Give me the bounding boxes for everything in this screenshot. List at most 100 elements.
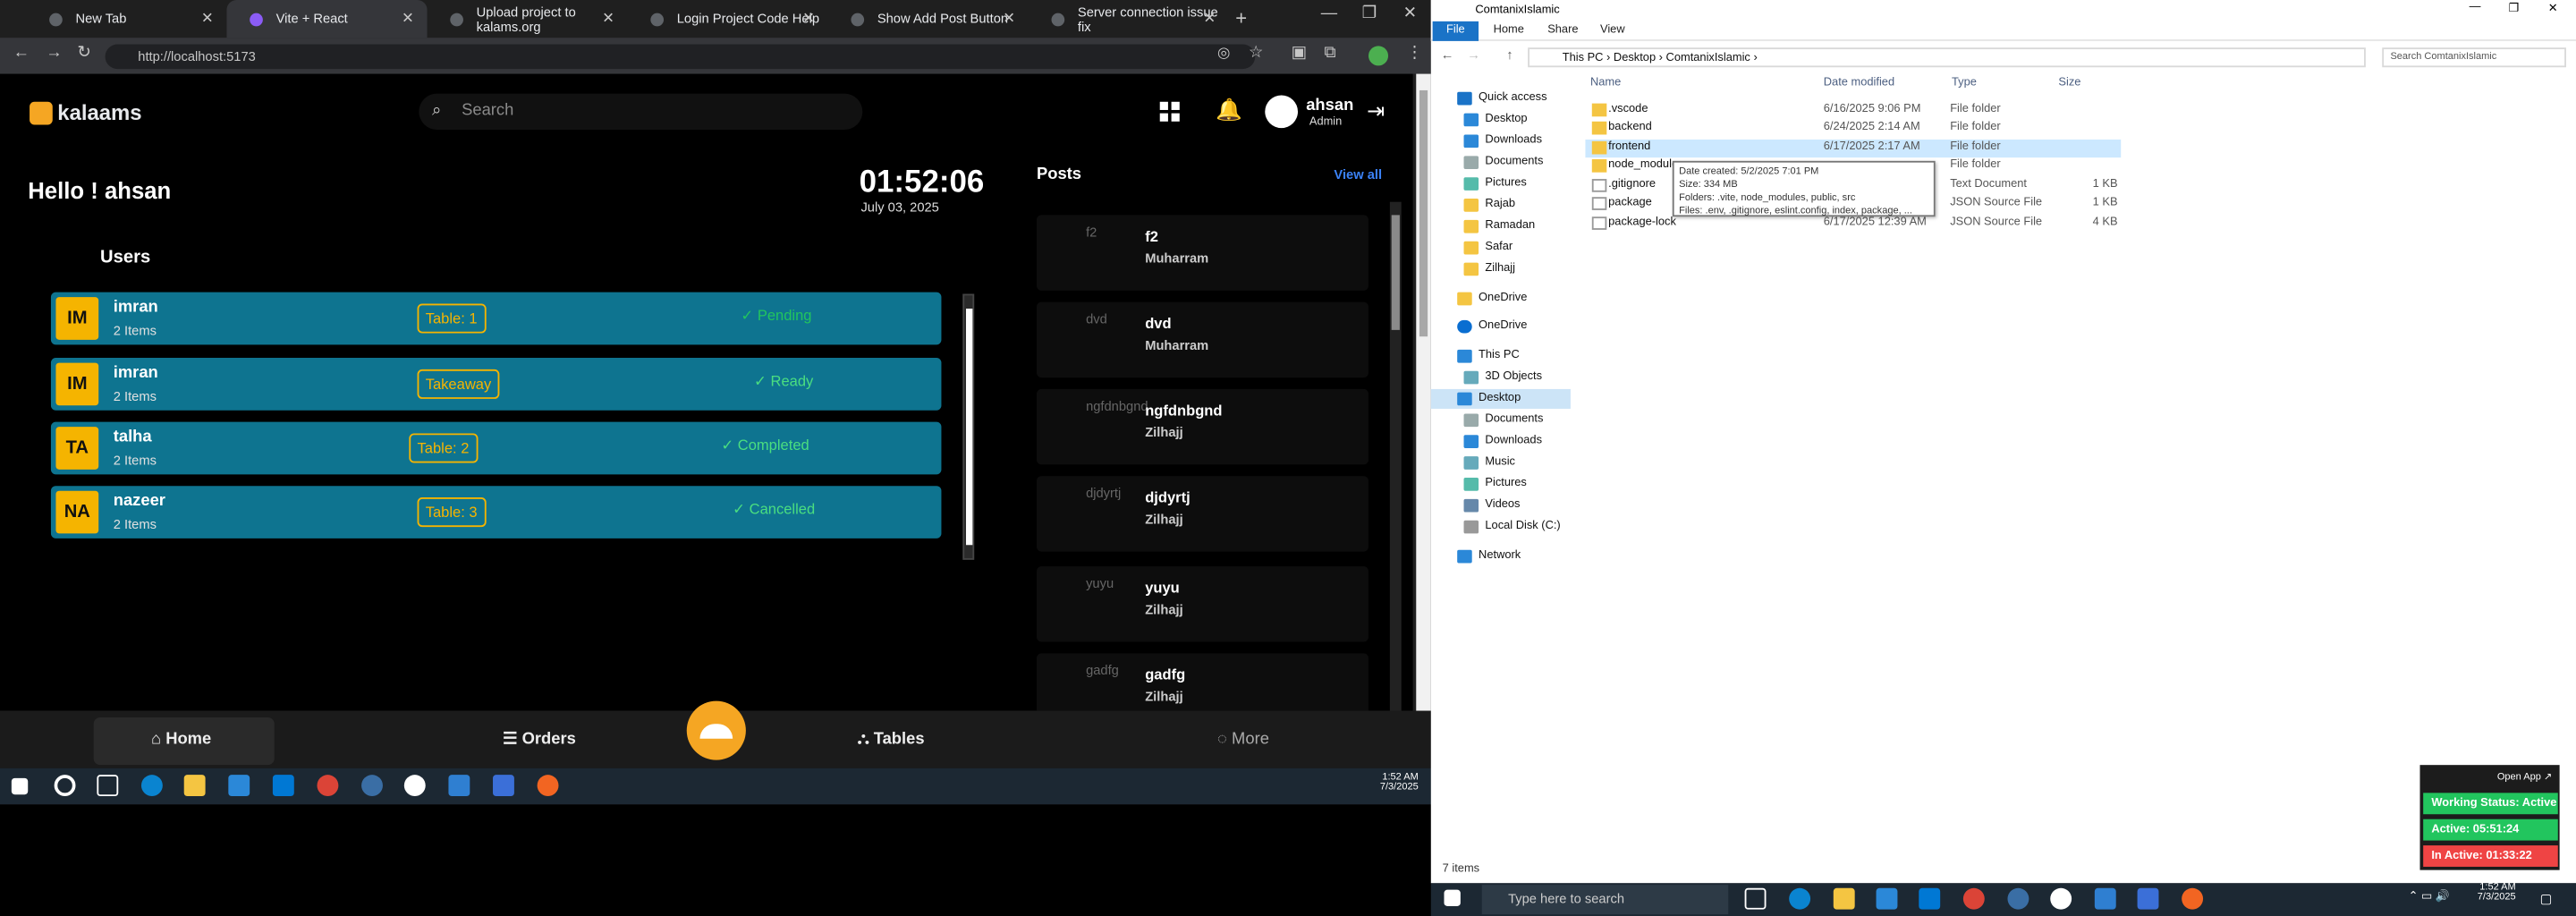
sidebar-item-downloads[interactable]: Downloads xyxy=(1459,131,1577,151)
post-card[interactable]: gadfg gadfg Zilhajj xyxy=(1036,653,1368,711)
tab-server-issue[interactable]: Server connection issue fix ✕ xyxy=(1029,0,1229,38)
task-view-icon[interactable] xyxy=(1744,887,1767,910)
tab-show-add-post[interactable]: Show Add Post Button ✕ xyxy=(828,0,1029,38)
store-icon[interactable] xyxy=(228,775,250,797)
app-icon[interactable] xyxy=(2050,887,2072,910)
maximize-icon[interactable]: ❐ xyxy=(2509,2,2520,15)
profile-avatar-icon[interactable] xyxy=(1368,46,1389,66)
crumb[interactable]: Desktop xyxy=(1614,53,1656,64)
windows-start-icon[interactable] xyxy=(1444,889,1461,906)
ribbon-home-tab[interactable]: Home xyxy=(1494,25,1524,37)
sidebar-item-music[interactable]: Music xyxy=(1459,453,1577,472)
vscode-icon[interactable] xyxy=(448,775,470,797)
sidebar-item-zilhajj[interactable]: Zilhajj xyxy=(1459,259,1577,279)
sidebar-item-ramadan[interactable]: Ramadan xyxy=(1459,216,1577,236)
user-order-row[interactable]: TA talha 2 Items Table: 2 ✓ Completed xyxy=(50,421,942,475)
url-input[interactable]: http://localhost:5173 xyxy=(105,44,1256,70)
sidebar-item-quick-access[interactable]: Quick access xyxy=(1453,89,1571,108)
sidebar-item-documents[interactable]: Documents xyxy=(1459,153,1577,173)
view-all-link[interactable]: View all xyxy=(1334,167,1382,182)
sidebar-item-desktop[interactable]: Desktop xyxy=(1459,110,1577,130)
post-card[interactable]: f2 f2 Muharram xyxy=(1036,215,1368,291)
user-order-row[interactable]: IM imran 2 Items Takeaway ✓ Ready xyxy=(50,358,942,411)
explorer-search-input[interactable]: Search ComtanixIslamic xyxy=(2382,47,2566,68)
column-header-size[interactable]: Size xyxy=(2058,77,2080,89)
ribbon-view-tab[interactable]: View xyxy=(1600,25,1625,37)
app-icon[interactable] xyxy=(2007,887,2029,910)
close-icon[interactable]: ✕ xyxy=(402,10,414,28)
close-window-icon[interactable]: ✕ xyxy=(2548,2,2558,15)
tab-login-help[interactable]: Login Project Code Help ✕ xyxy=(628,0,828,38)
reload-icon[interactable]: ↻ xyxy=(77,45,90,63)
sidebar-item-local-disk[interactable]: Local Disk (C:) xyxy=(1459,517,1577,537)
sidebar-item-this-pc[interactable]: This PC xyxy=(1453,346,1571,366)
bell-icon[interactable]: 🔔 xyxy=(1216,97,1242,123)
file-explorer-icon[interactable] xyxy=(183,775,206,797)
sidebar-item-downloads-pc[interactable]: Downloads xyxy=(1459,432,1577,452)
sidebar-item-3d-objects[interactable]: 3D Objects xyxy=(1459,368,1577,387)
scroll-thumb[interactable] xyxy=(1391,215,1400,330)
postman-icon[interactable] xyxy=(2182,887,2204,910)
column-header-date[interactable]: Date modified xyxy=(1824,77,1894,89)
posts-scrollbar[interactable] xyxy=(1389,201,1402,711)
logout-icon[interactable]: ⇥ xyxy=(1367,98,1385,124)
sidebar-item-pictures-pc[interactable]: Pictures xyxy=(1459,474,1577,494)
post-card[interactable]: ngfdnbgnd ngfdnbgnd Zilhajj xyxy=(1036,388,1368,465)
nav-orders[interactable]: ☰ Orders xyxy=(503,731,576,749)
kebab-menu-icon[interactable]: ⋮ xyxy=(1406,45,1422,63)
app-icon[interactable] xyxy=(361,775,383,797)
post-card[interactable]: dvd dvd Muharram xyxy=(1036,301,1368,378)
eye-off-icon[interactable]: ◎ xyxy=(1217,45,1230,63)
chrome-icon[interactable] xyxy=(1962,887,1985,910)
breadcrumb[interactable]: This PC › Desktop › ComtanixIslamic › xyxy=(1528,47,2366,68)
back-icon[interactable]: ← xyxy=(1441,47,1454,63)
store-icon[interactable] xyxy=(1876,887,1898,910)
ribbon-share-tab[interactable]: Share xyxy=(1547,25,1578,37)
up-icon[interactable]: ↑ xyxy=(1506,47,1513,63)
sidebar-item-safar[interactable]: Safar xyxy=(1459,238,1577,258)
search-input[interactable]: ⌕ Search xyxy=(419,93,863,130)
sidebar-item-pictures[interactable]: Pictures xyxy=(1459,174,1577,194)
crumb[interactable]: ComtanixIslamic xyxy=(1666,53,1750,64)
maximize-icon[interactable]: ❐ xyxy=(1362,5,1377,23)
post-card[interactable]: yuyu yuyu Zilhajj xyxy=(1036,566,1368,642)
column-header-type[interactable]: Type xyxy=(1952,77,1977,89)
file-explorer-icon[interactable] xyxy=(1833,887,1855,910)
forward-icon[interactable]: → xyxy=(46,45,62,63)
close-icon[interactable]: ✕ xyxy=(1203,10,1216,28)
close-icon[interactable]: ✕ xyxy=(201,10,214,28)
extension-icon[interactable]: ▣ xyxy=(1292,45,1307,63)
sidebar-item-desktop-pc[interactable]: Desktop xyxy=(1430,388,1571,409)
task-view-icon[interactable] xyxy=(97,775,119,797)
tray-icons[interactable]: ⌃ ▭ 🔊 xyxy=(2409,890,2450,903)
tab-vite-react[interactable]: Vite + React ✕ xyxy=(226,0,428,38)
zoom-icon[interactable] xyxy=(493,775,514,797)
sidebar-item-rajab[interactable]: Rajab xyxy=(1459,195,1577,215)
avatar[interactable] xyxy=(1265,95,1299,129)
user-order-row[interactable]: IM imran 2 Items Table: 1 ✓ Pending xyxy=(50,292,942,345)
scroll-thumb[interactable] xyxy=(1419,89,1428,337)
back-icon[interactable]: ← xyxy=(13,45,30,63)
mail-icon[interactable] xyxy=(1919,887,1941,910)
user-order-row[interactable]: NA nazeer 2 Items Table: 3 ✓ Cancelled xyxy=(50,486,942,539)
post-card[interactable]: djdyrtj djdyrtj Zilhajj xyxy=(1036,476,1368,552)
tab-upload-project[interactable]: Upload project to kalams.org ✕ xyxy=(428,0,628,38)
puzzle-icon[interactable]: ⧉ xyxy=(1324,45,1335,63)
crumb[interactable]: This PC xyxy=(1563,53,1604,64)
minimize-icon[interactable]: — xyxy=(2470,2,2481,13)
grid-icon[interactable] xyxy=(1159,101,1180,122)
sidebar-item-network[interactable]: Network xyxy=(1453,547,1571,566)
nav-more[interactable]: ◌ More xyxy=(1217,731,1269,749)
sidebar-item-onedrive-cloud[interactable]: OneDrive xyxy=(1453,317,1571,336)
scroll-thumb[interactable] xyxy=(965,309,973,546)
close-window-icon[interactable]: ✕ xyxy=(1403,5,1417,23)
edge-icon[interactable] xyxy=(1789,887,1811,910)
app-logo[interactable]: kalaams xyxy=(30,100,142,124)
notification-icon[interactable]: ▢ xyxy=(2540,891,2553,906)
file-row[interactable]: backend 6/24/2025 2:14 AM File folder xyxy=(1585,120,2121,138)
users-scrollbar[interactable] xyxy=(962,293,975,560)
column-header-name[interactable]: Name xyxy=(1590,77,1621,89)
nav-tables[interactable]: ⛬ Tables xyxy=(858,731,925,749)
bookmark-star-icon[interactable]: ☆ xyxy=(1249,45,1263,63)
edge-icon[interactable] xyxy=(140,775,163,797)
